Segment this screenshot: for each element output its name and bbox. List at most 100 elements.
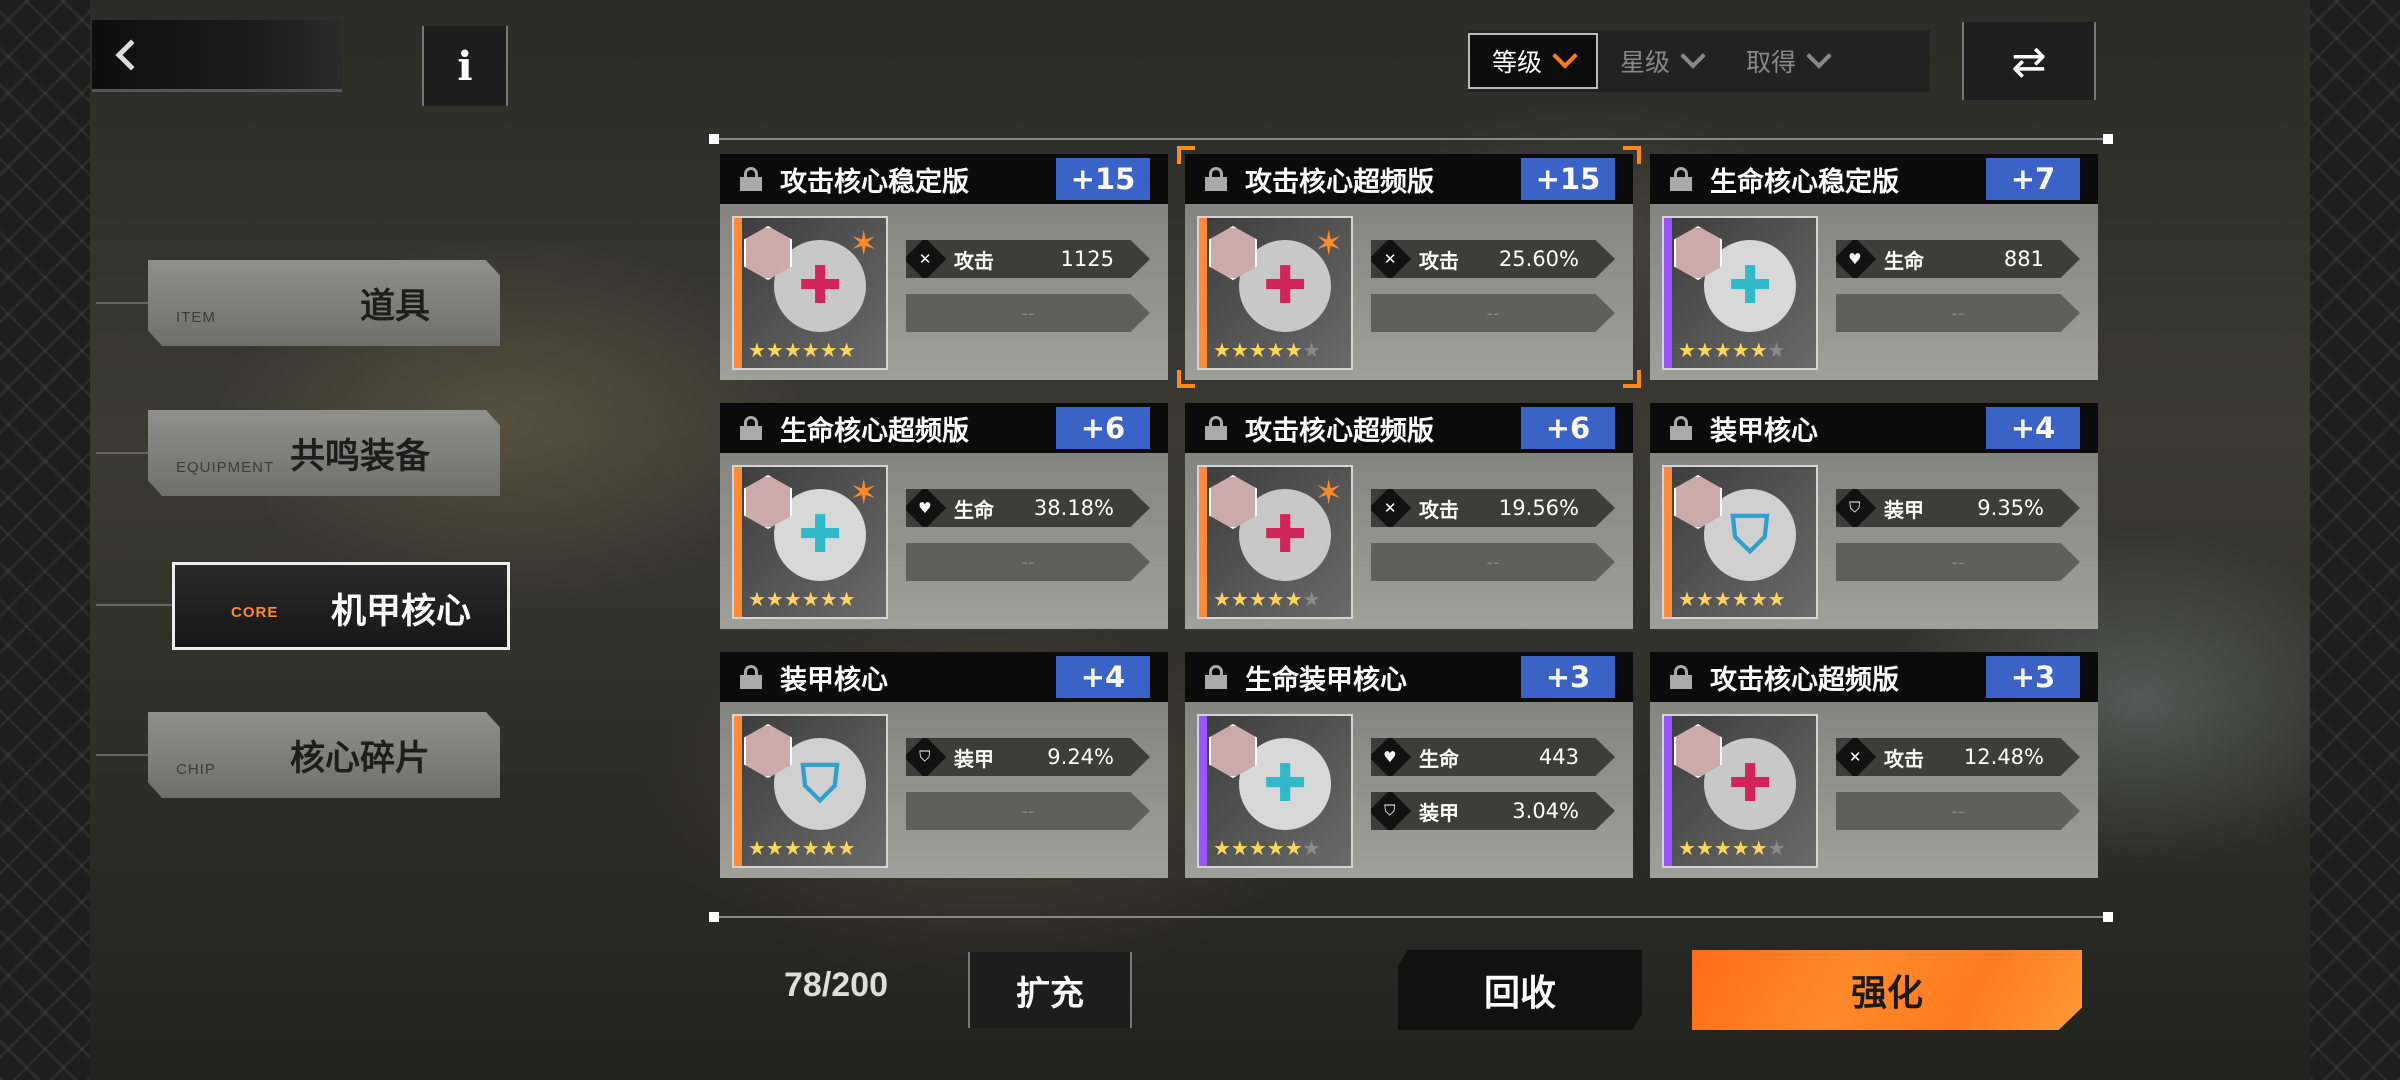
lock-icon[interactable] <box>1205 416 1227 440</box>
selection-corner <box>1623 370 1641 388</box>
star-rating: ★★★★★★ <box>1678 338 1786 362</box>
info-button[interactable]: i <box>422 26 508 106</box>
expand-label: 扩充 <box>1016 973 1084 1014</box>
core-card[interactable]: 装甲核心 +4 ⛉ ★★★★★★ ⛉ 装甲 9.24% -- <box>720 652 1168 878</box>
rarity-bar <box>1199 716 1207 866</box>
category-tab-chip[interactable]: CHIP 核心碎片 <box>148 712 500 798</box>
stat-name: 装甲 <box>954 746 994 771</box>
stat-icon: ✕ <box>1371 489 1412 527</box>
stat-icon: ⛉ <box>906 738 947 776</box>
back-button[interactable] <box>92 20 342 92</box>
stat-row: ⛉ 装甲 9.35% <box>1836 489 2080 527</box>
stat-row: ⛉ 装甲 9.24% <box>906 738 1150 776</box>
sort-option-acquired[interactable]: 取得 <box>1724 30 1850 92</box>
core-name: 生命装甲核心 <box>1245 664 1407 696</box>
stat-value: 881 <box>2003 247 2044 271</box>
frame-corner <box>2103 134 2113 144</box>
grid-frame-top <box>714 138 2108 140</box>
core-level-badge: +6 <box>1521 407 1615 449</box>
core-card-header: 攻击核心超频版 +3 <box>1650 652 2098 702</box>
sort-option-level[interactable]: 等级 <box>1468 33 1599 89</box>
category-tab-item[interactable]: ITEM 道具 <box>148 260 500 346</box>
right-edge-pattern <box>2310 0 2400 1080</box>
stat-icon: ⛉ <box>1371 792 1412 830</box>
category-connector <box>96 302 148 304</box>
rarity-bar <box>1664 467 1672 617</box>
core-portrait: ✚ ★★★★★★ <box>1197 714 1353 868</box>
stat-value: 25.60% <box>1498 247 1579 271</box>
chevron-down-icon <box>1552 43 1578 69</box>
stat-value: 9.35% <box>1977 496 2044 520</box>
chevron-down-icon <box>1680 43 1706 69</box>
core-card-header: 装甲核心 +4 <box>720 652 1168 702</box>
sort-label: 星级 <box>1620 48 1671 77</box>
stat-value: 19.56% <box>1498 496 1579 520</box>
lock-icon[interactable] <box>1205 665 1227 689</box>
core-card-header: 攻击核心超频版 +15 <box>1185 154 1633 204</box>
recycle-button[interactable]: 回收 <box>1398 950 1642 1030</box>
core-portrait: ✚ ★★★★★★ <box>1662 216 1818 370</box>
stat-value: 3.04% <box>1512 799 1579 823</box>
category-cn-label: 道具 <box>359 287 430 327</box>
stat-row: ⛉ 装甲 3.04% <box>1371 792 1615 830</box>
core-card[interactable]: 攻击核心稳定版 +15 ✚ ✶ ★★★★★★ ✕ 攻击 1125 -- <box>720 154 1168 380</box>
category-en-label: CORE <box>231 604 279 621</box>
stat-icon: ♥ <box>1371 738 1412 776</box>
stat-name: 攻击 <box>1884 746 1924 771</box>
core-card-header: 攻击核心超频版 +6 <box>1185 403 1633 453</box>
core-portrait: ⛉ ★★★★★★ <box>732 714 888 868</box>
lock-icon[interactable] <box>1670 167 1692 191</box>
lock-icon[interactable] <box>1670 665 1692 689</box>
empty-stat-slot: -- <box>906 294 1150 332</box>
expand-button[interactable]: 扩充 <box>968 952 1132 1028</box>
category-tab-equipment[interactable]: EQUIPMENT 共鸣装备 <box>148 410 500 496</box>
core-name: 装甲核心 <box>780 664 888 696</box>
stat-icon: ✕ <box>906 240 947 278</box>
grid-frame-bottom <box>714 916 2108 918</box>
core-card[interactable]: 攻击核心超频版 +6 ✚ ✶ ★★★★★★ ✕ 攻击 19.56% -- <box>1185 403 1633 629</box>
sort-bar: 等级 星级 取得 <box>1468 30 1930 92</box>
stat-icon: ✕ <box>1371 240 1412 278</box>
lock-icon[interactable] <box>1205 167 1227 191</box>
core-level-badge: +4 <box>1986 407 2080 449</box>
rarity-bar <box>1199 218 1207 368</box>
stat-name: 生命 <box>1419 746 1459 771</box>
frame-corner <box>709 912 719 922</box>
core-card[interactable]: 生命装甲核心 +3 ✚ ★★★★★★ ♥ 生命 443 ⛉ 装甲 3.04% <box>1185 652 1633 878</box>
core-card[interactable]: 装甲核心 +4 ⛉ ★★★★★★ ⛉ 装甲 9.35% -- <box>1650 403 2098 629</box>
core-card[interactable]: 生命核心稳定版 +7 ✚ ★★★★★★ ♥ 生命 881 -- <box>1650 154 2098 380</box>
left-edge-pattern <box>0 0 90 1080</box>
lock-icon[interactable] <box>740 665 762 689</box>
core-card[interactable]: 攻击核心超频版 +3 ✚ ★★★★★★ ✕ 攻击 12.48% -- <box>1650 652 2098 878</box>
star-rating: ★★★★★★ <box>1213 338 1321 362</box>
core-portrait: ✚ ✶ ★★★★★★ <box>1197 216 1353 370</box>
star-rating: ★★★★★★ <box>1678 587 1786 611</box>
selection-corner <box>1177 146 1195 164</box>
category-cn-label: 共鸣装备 <box>289 437 430 477</box>
stat-name: 攻击 <box>1419 248 1459 273</box>
core-level-badge: +6 <box>1056 407 1150 449</box>
lock-icon[interactable] <box>740 416 762 440</box>
core-card[interactable]: 生命核心超频版 +6 ✚ ✶ ★★★★★★ ♥ 生命 38.18% -- <box>720 403 1168 629</box>
selection-corner <box>1177 370 1195 388</box>
sort-order-button[interactable]: ⇄ <box>1962 22 2096 100</box>
stat-icon: ⛉ <box>1836 489 1877 527</box>
empty-stat-slot: -- <box>1836 294 2080 332</box>
category-cn-label: 机甲核心 <box>330 592 471 632</box>
star-rating: ★★★★★★ <box>748 836 856 860</box>
core-portrait: ✚ ✶ ★★★★★★ <box>732 465 888 619</box>
stat-row: ♥ 生命 443 <box>1371 738 1615 776</box>
category-connector <box>96 604 172 606</box>
enhance-button[interactable]: 强化 <box>1692 950 2082 1030</box>
core-card[interactable]: 攻击核心超频版 +15 ✚ ✶ ★★★★★★ ✕ 攻击 25.60% -- <box>1177 146 1641 388</box>
empty-stat-slot: -- <box>906 543 1150 581</box>
lock-icon[interactable] <box>740 167 762 191</box>
category-tab-core[interactable]: CORE 机甲核心 <box>172 562 510 650</box>
stat-icon: ✕ <box>1836 738 1877 776</box>
rarity-bar <box>734 716 742 866</box>
lock-icon[interactable] <box>1670 416 1692 440</box>
stat-value: 12.48% <box>1963 745 2044 769</box>
stat-icon: ♥ <box>906 489 947 527</box>
stat-name: 装甲 <box>1884 497 1924 522</box>
sort-option-stars[interactable]: 星级 <box>1598 30 1724 92</box>
